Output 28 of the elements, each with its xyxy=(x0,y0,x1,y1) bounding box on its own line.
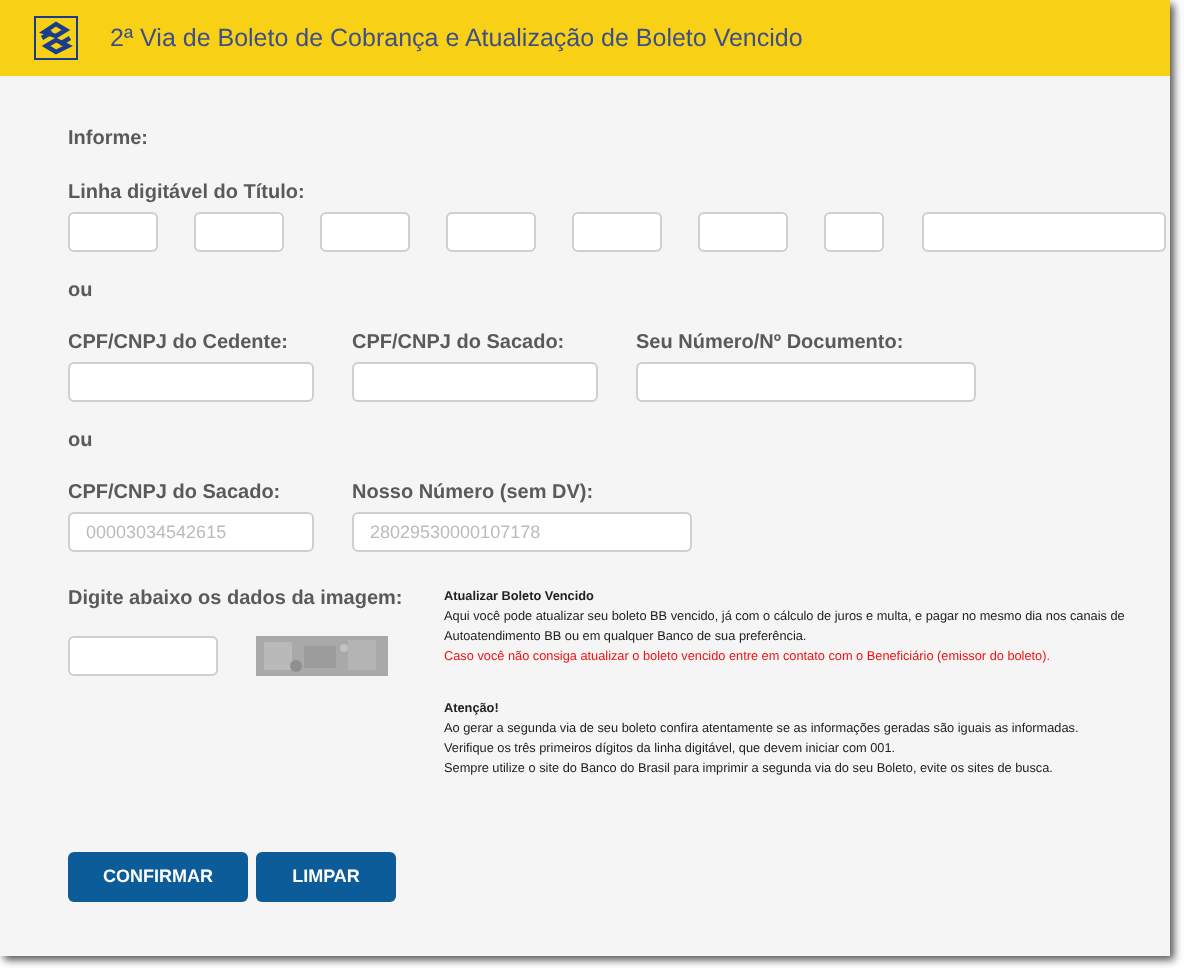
field-label: Nosso Número (sem DV): xyxy=(352,482,596,506)
input-field[interactable] xyxy=(572,212,662,252)
page-title: 2ª Via de Boleto de Cobrança e Atualização de Boleto Vencido xyxy=(110,21,803,56)
bank-logo-icon xyxy=(34,16,78,60)
field-label: Seu Número/Nº Documento: xyxy=(636,332,906,356)
input-field[interactable]: 00003034542615 xyxy=(68,512,314,552)
field-label: CPF/CNPJ do Sacado: xyxy=(352,332,567,356)
input-field[interactable] xyxy=(922,212,1166,252)
input-field[interactable] xyxy=(352,362,598,402)
input-field[interactable] xyxy=(194,212,284,252)
separator-label: ou xyxy=(68,280,93,304)
action-button[interactable]: LIMPAR xyxy=(256,852,396,902)
section-label: Informe: xyxy=(68,128,150,152)
separator-label: ou xyxy=(68,430,93,454)
input-field[interactable] xyxy=(636,362,976,402)
field-label: CPF/CNPJ do Cedente: xyxy=(68,332,291,356)
captcha-input-field[interactable] xyxy=(68,636,218,676)
input-field[interactable] xyxy=(698,212,788,252)
input-field[interactable] xyxy=(68,362,314,402)
input-field[interactable] xyxy=(446,212,536,252)
action-button[interactable]: CONFIRMAR xyxy=(68,852,248,902)
input-field[interactable]: 28029530000107178 xyxy=(352,512,692,552)
field-label: Linha digitável do Título: xyxy=(68,182,307,206)
captcha-label: Digite abaixo os dados da imagem: xyxy=(68,588,405,612)
input-field[interactable] xyxy=(824,212,884,252)
input-field[interactable] xyxy=(320,212,410,252)
input-field[interactable] xyxy=(68,212,158,252)
field-label: CPF/CNPJ do Sacado: xyxy=(68,482,283,506)
